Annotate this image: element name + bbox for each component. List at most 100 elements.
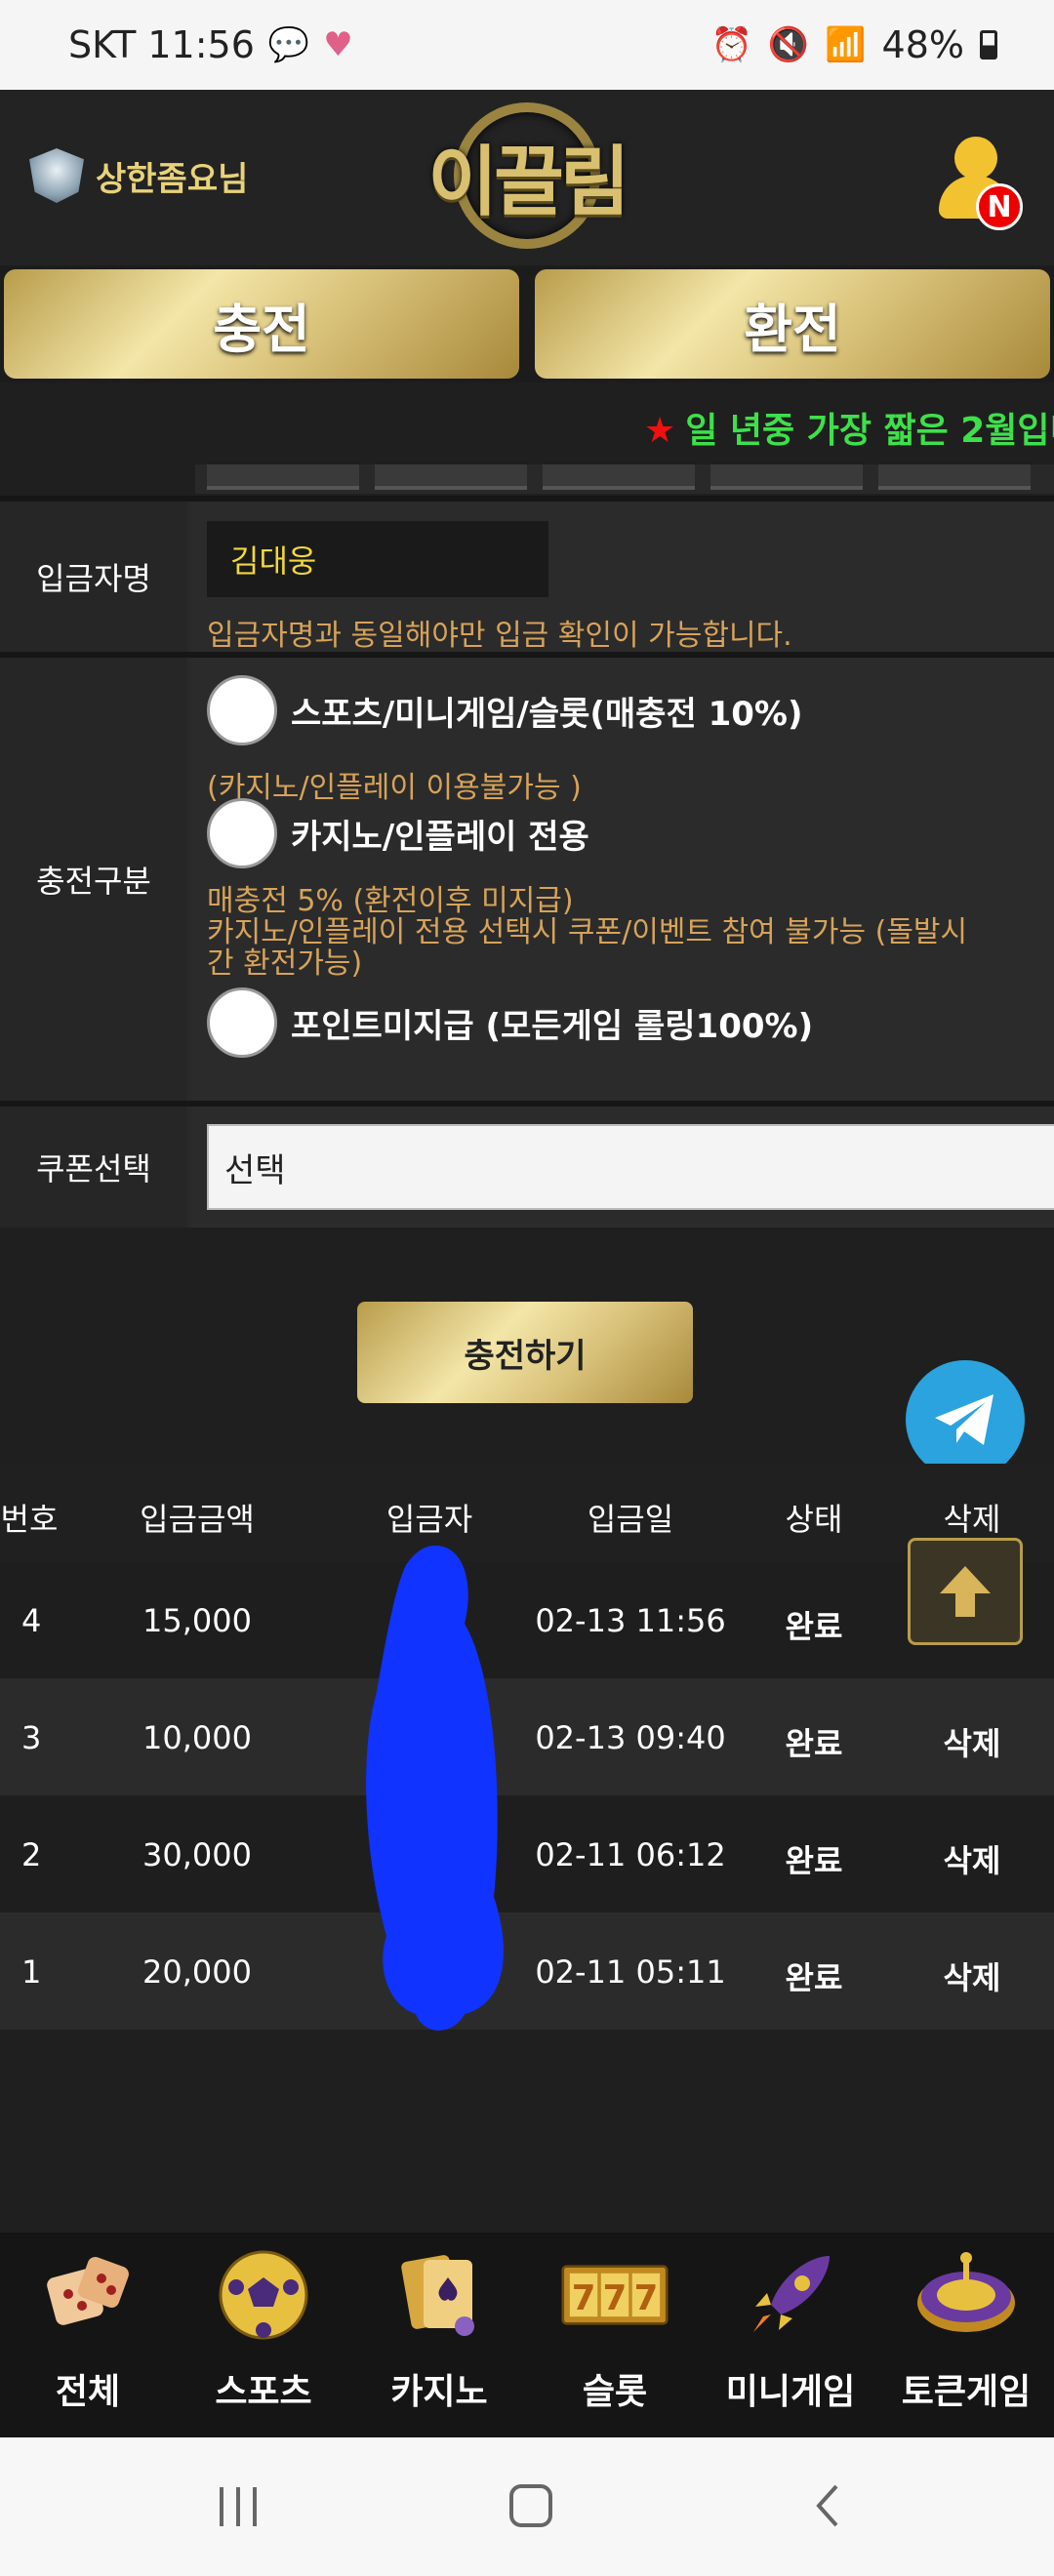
back-button[interactable] — [795, 2476, 864, 2535]
depositor-note: 입금자명과 동일해야만 입금 확인이 가능합니다. — [207, 619, 792, 653]
row-number: 3 — [21, 1719, 42, 1756]
charge-type-label: 충전구분 — [0, 658, 187, 1101]
col-number: 번호 — [0, 1501, 59, 1538]
soccer-ball-icon — [210, 2246, 317, 2344]
chevron-down-icon: ⌄ — [1050, 1146, 1054, 1190]
nav-casino[interactable]: 카지노 — [351, 2246, 527, 2432]
roulette-icon — [912, 2246, 1020, 2344]
slot-777-icon: 777 — [561, 2246, 669, 2344]
battery-text: 48% — [881, 23, 964, 66]
bottom-nav: 전체 스포츠 카지노 777 슬롯 미니게임 토큰게임 — [0, 2233, 1054, 2437]
option-no-point[interactable]: 포인트미지급 (모든게임 롤링100%) — [207, 987, 813, 1058]
row-delete-button[interactable]: 삭제 — [944, 1719, 1001, 1764]
depositor-row: 입금자명 김대웅 입금자명과 동일해야만 입금 확인이 가능합니다. — [0, 502, 1054, 653]
row-number: 4 — [21, 1602, 42, 1639]
option-casino-note-line: 매충전 5% (환전이후 미지급) — [207, 884, 574, 918]
profile-button[interactable]: N — [927, 137, 1023, 234]
charge-submit-button[interactable]: 충전하기 — [357, 1302, 693, 1403]
row-delete-button[interactable]: 삭제 — [944, 1836, 1001, 1881]
row-amount: 30,000 — [142, 1836, 252, 1873]
option-casino[interactable]: 카지노/인플레이 전용 — [207, 798, 589, 868]
coupon-select-value: 선택 — [224, 1150, 286, 1190]
nav-slot-label: 슬롯 — [582, 2372, 648, 2412]
amount-chip[interactable] — [710, 464, 863, 490]
dice-icon — [34, 2246, 142, 2344]
charge-button[interactable]: 충전 — [4, 269, 519, 379]
charge-exchange-bar: 충전 환전 — [0, 265, 1054, 382]
nav-minigame[interactable]: 미니게임 — [703, 2246, 878, 2432]
nav-sports-label: 스포츠 — [215, 2372, 312, 2412]
option-sports[interactable]: 스포츠/미니게임/슬롯(매충전 10%) — [207, 675, 803, 745]
amount-buttons-row — [195, 464, 1054, 494]
profile-icon — [954, 137, 997, 180]
nav-all-label: 전체 — [55, 2372, 121, 2412]
nav-sports[interactable]: 스포츠 — [176, 2246, 351, 2432]
recent-apps-icon — [220, 2487, 257, 2526]
status-bar: SKT 11:56 💬 ♥ ⏰ 🔇 📶 48% — [0, 0, 1054, 90]
row-date: 02-13 09:40 — [535, 1719, 726, 1756]
radio-button[interactable] — [207, 987, 277, 1058]
row-number: 1 — [21, 1953, 42, 1991]
chat-icon: 💬 — [267, 25, 310, 64]
col-depositor: 입금자 — [385, 1501, 473, 1538]
row-status: 완료 — [785, 1725, 843, 1762]
nav-casino-label: 카지노 — [390, 2372, 488, 2412]
redaction-scribble — [366, 1546, 504, 2031]
user-info[interactable]: 상한좀요님 — [29, 148, 248, 203]
col-delete: 삭제 — [943, 1501, 1001, 1538]
amount-chip[interactable] — [375, 464, 527, 490]
depositor-input[interactable]: 김대웅 — [207, 521, 548, 597]
table-row: 2 30,000 02-11 06:12 완료 삭제 — [0, 1795, 1054, 1912]
nav-all[interactable]: 전체 — [0, 2246, 176, 2432]
option-casino-label: 카지노/인플레이 전용 — [291, 817, 589, 857]
site-logo[interactable]: 이끌림 — [420, 98, 634, 254]
radio-button[interactable] — [207, 675, 277, 745]
coupon-select[interactable]: 선택 ⌄ — [207, 1124, 1054, 1210]
coupon-row: 쿠폰선택 선택 ⌄ — [0, 1107, 1054, 1228]
system-nav-bar — [0, 2437, 1054, 2576]
logo-text: 이끌림 — [427, 138, 629, 226]
radio-button[interactable] — [207, 798, 277, 868]
row-date: 02-13 11:56 — [535, 1602, 726, 1639]
nav-token-game[interactable]: 토큰게임 — [878, 2246, 1054, 2432]
heart-icon: ♥ — [323, 25, 353, 64]
home-button[interactable] — [497, 2476, 565, 2535]
arrow-up-icon — [940, 1566, 991, 1617]
home-icon — [509, 2484, 552, 2527]
recent-apps-button[interactable] — [204, 2476, 272, 2535]
col-amount: 입금금액 — [140, 1501, 255, 1538]
back-icon — [816, 2484, 838, 2527]
app-header: 상한좀요님 이끌림 N — [0, 90, 1054, 265]
depositor-label: 입금자명 — [0, 502, 187, 652]
scroll-top-button[interactable] — [908, 1538, 1023, 1645]
row-date: 02-11 05:11 — [535, 1953, 726, 1991]
telegram-icon — [935, 1394, 993, 1445]
amount-chip[interactable] — [207, 464, 359, 490]
telegram-button[interactable] — [906, 1360, 1025, 1479]
battery-icon — [980, 30, 997, 60]
row-number: 2 — [21, 1836, 42, 1873]
table-row: 3 10,000 02-13 09:40 완료 삭제 — [0, 1678, 1054, 1795]
row-status: 완료 — [785, 1842, 843, 1879]
mute-icon: 🔇 — [767, 25, 810, 64]
exchange-button[interactable]: 환전 — [535, 269, 1050, 379]
amount-chip[interactable] — [543, 464, 695, 490]
svg-text:7: 7 — [603, 2278, 628, 2318]
star-icon: ★ — [644, 411, 676, 451]
rank-badge-icon — [29, 148, 84, 203]
charge-button-label: 충전 — [213, 298, 310, 360]
option-sports-label: 스포츠/미니게임/슬롯(매충전 10%) — [291, 694, 803, 734]
cards-icon — [385, 2246, 493, 2344]
row-amount: 20,000 — [142, 1953, 252, 1991]
nav-slot[interactable]: 777 슬롯 — [527, 2246, 703, 2432]
nav-token-game-label: 토큰게임 — [901, 2372, 1032, 2412]
svg-text:7: 7 — [634, 2278, 659, 2318]
table-row: 4 15,000 02-13 11:56 완료 — [0, 1561, 1054, 1678]
coupon-label: 쿠폰선택 — [0, 1107, 187, 1228]
amount-chip[interactable] — [878, 464, 1031, 490]
row-delete-button[interactable]: 삭제 — [944, 1953, 1001, 1998]
col-date: 입금일 — [587, 1501, 674, 1538]
row-date: 02-11 06:12 — [535, 1836, 726, 1873]
option-casino-note-line: 간 환전가능) — [207, 946, 363, 981]
rocket-icon — [737, 2246, 844, 2344]
